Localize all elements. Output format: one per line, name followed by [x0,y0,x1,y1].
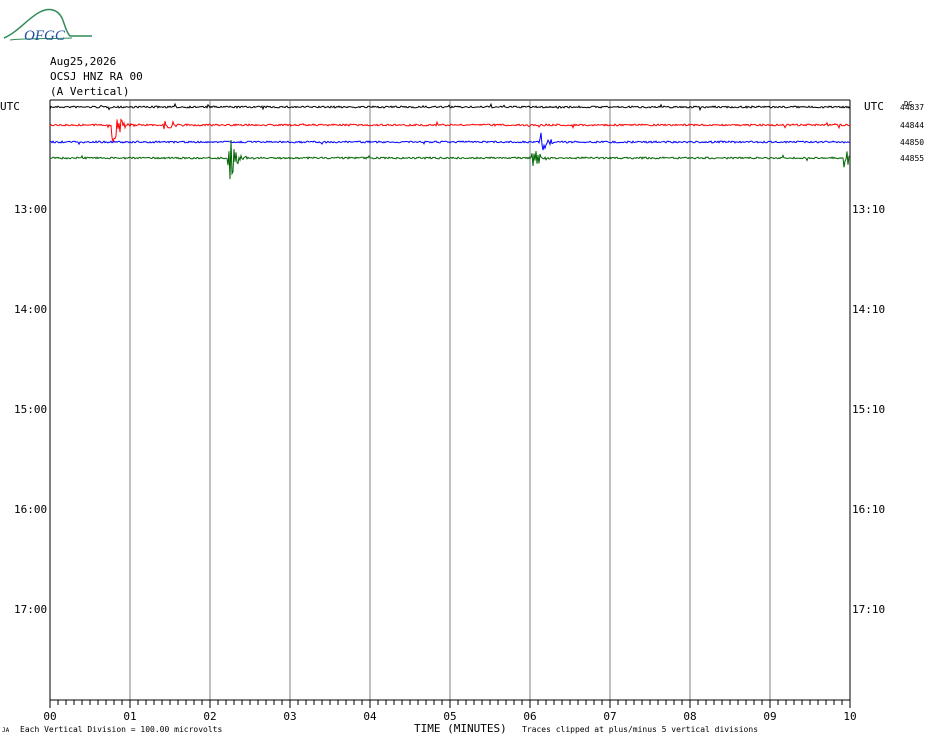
chart-labels: 13:00 14:00 15:00 16:00 17:00 13:10 14:10 15:10… [14,100,912,616]
utc-left-label: UTC [0,100,20,113]
ofgc-logo: OFGC [3,8,92,44]
date-label: Aug25,2026 [50,55,117,68]
x-tick-label: 03 [283,710,296,723]
right-time-label: 17:10 [852,603,885,616]
left-time-label: 14:00 [14,303,47,316]
traces: 44837448444485044855 [49,102,924,180]
component-label: (A Vertical) [50,85,130,98]
right-time-label: 14:10 [852,303,885,316]
x-tick-label: 10 [843,710,856,723]
trace-label: 44855 [900,154,924,163]
trace-label: 44850 [900,138,924,147]
x-axis: 00 01 02 03 04 05 06 07 08 09 10 [43,699,857,723]
right-time-label: 16:10 [852,503,885,516]
x-tick-label: 06 [523,710,536,723]
utc-right-label: UTC [864,100,884,113]
dc-label: DC [904,100,912,108]
left-time-label: 13:00 [14,203,47,216]
x-tick-label: 02 [203,710,216,723]
grid [49,99,851,700]
clip-note: Traces clipped at plus/minus 5 vertical … [522,725,759,734]
division-note: Each Vertical Division = 100.00 microvol… [20,725,223,734]
left-time-label: 15:00 [14,403,47,416]
logo-text: OFGC [24,28,66,44]
x-tick-label: 01 [123,710,136,723]
x-tick-label: 08 [683,710,696,723]
footer-mark: JA [2,727,10,734]
x-tick-label: 09 [763,710,776,723]
seismogram-chart: OFGC 44837448444485044855 00 01 02 03 04 05 06… [3,8,924,723]
x-axis-title: TIME (MINUTES) [414,722,507,735]
station-label: OCSJ HNZ RA 00 [50,70,143,83]
trace-label: 44844 [900,121,924,130]
right-time-label: 13:10 [852,203,885,216]
x-tick-label: 07 [603,710,616,723]
x-tick-label: 04 [363,710,377,723]
x-tick-label: 00 [43,710,56,723]
left-time-label: 17:00 [14,603,47,616]
right-time-label: 15:10 [852,403,885,416]
left-time-label: 16:00 [14,503,47,516]
